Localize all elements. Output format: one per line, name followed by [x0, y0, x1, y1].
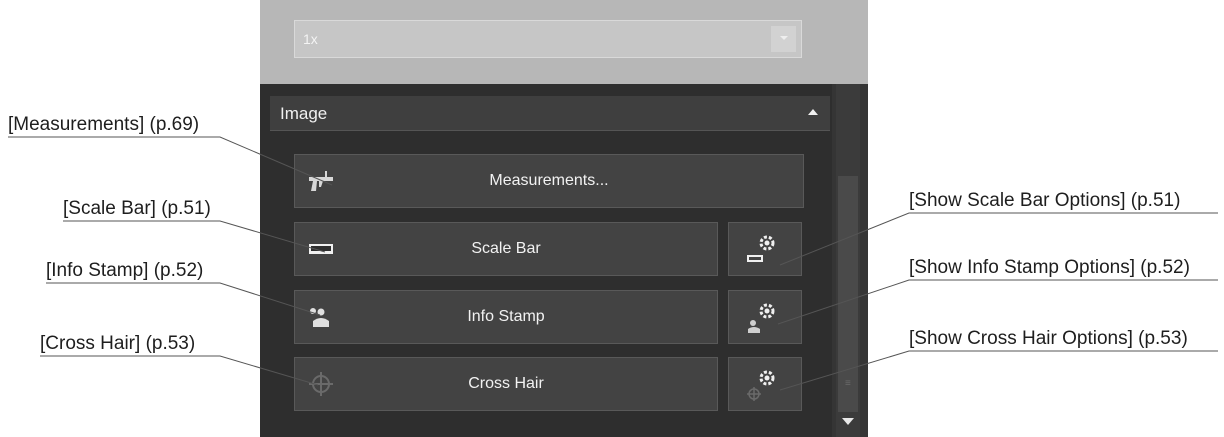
- zoom-select[interactable]: 1x: [294, 20, 802, 58]
- zoom-area: 1x: [260, 0, 868, 84]
- scale-bar-label: Scale Bar: [471, 240, 541, 257]
- callout-info-stamp-options: [Show Info Stamp Options] (p.52): [909, 257, 1190, 278]
- image-panel: 1x ≡ Image Measurements... Scale Bar Inf…: [260, 0, 868, 437]
- measurements-label: Measurements...: [489, 172, 609, 189]
- scroll-down-icon[interactable]: [842, 418, 854, 425]
- callout-measurements: [Measurements] (p.69): [8, 114, 200, 135]
- cross-hair-label: Cross Hair: [468, 375, 544, 392]
- info-stamp-options-button[interactable]: [728, 290, 802, 344]
- grip-icon: ≡: [845, 378, 851, 389]
- gear-icon: [748, 303, 775, 333]
- section-title: Image: [280, 104, 328, 123]
- callout-info-stamp: [Info Stamp] (p.52): [46, 260, 204, 281]
- callout-cross-hair-options: [Show Cross Hair Options] (p.53): [909, 328, 1188, 349]
- scale-bar-button[interactable]: Scale Bar: [294, 222, 718, 276]
- callout-cross-hair: [Cross Hair] (p.53): [40, 333, 196, 354]
- callout-scale-bar: [Scale Bar] (p.51): [63, 198, 211, 219]
- measurements-button[interactable]: Measurements...: [294, 154, 804, 208]
- scrollbar[interactable]: ≡: [836, 84, 860, 437]
- gear-icon: [747, 370, 775, 401]
- cross-hair-options-button[interactable]: [728, 357, 802, 411]
- scrollbar-thumb[interactable]: ≡: [838, 176, 858, 412]
- chevron-down-icon[interactable]: [771, 26, 796, 52]
- callout-scale-bar-options: [Show Scale Bar Options] (p.51): [909, 190, 1181, 211]
- section-header-image[interactable]: Image: [270, 96, 830, 131]
- zoom-value: 1x: [303, 31, 318, 47]
- info-stamp-button[interactable]: Info Stamp: [294, 290, 718, 344]
- scale-bar-options-button[interactable]: [728, 222, 802, 276]
- gear-icon: [747, 235, 775, 262]
- info-stamp-label: Info Stamp: [467, 308, 545, 325]
- cross-hair-button[interactable]: Cross Hair: [294, 357, 718, 411]
- chevron-up-icon[interactable]: [808, 109, 818, 115]
